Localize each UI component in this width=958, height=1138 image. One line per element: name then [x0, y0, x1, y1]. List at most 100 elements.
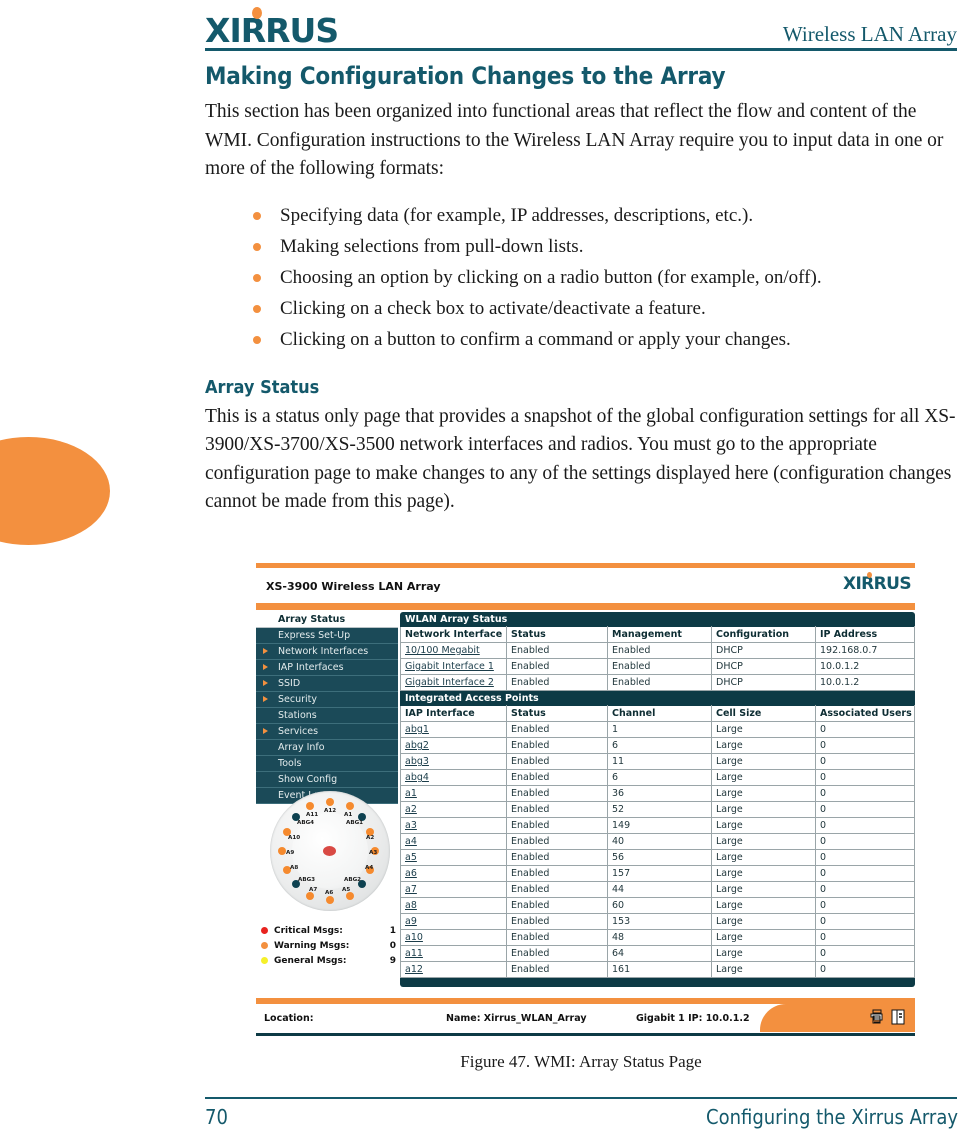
cell-cell-size: Large: [711, 769, 816, 786]
row-link[interactable]: a3: [400, 817, 507, 834]
sidebar-item-tools[interactable]: Tools: [256, 756, 398, 772]
cell-channel: 52: [607, 801, 712, 818]
sidebar-item-security[interactable]: Security: [256, 692, 398, 708]
row-link[interactable]: a1: [400, 785, 507, 802]
cell-associated-users: 0: [815, 833, 915, 850]
footer-icon-group: [870, 1009, 905, 1029]
row-link[interactable]: abg1: [400, 721, 507, 738]
row-link[interactable]: Gigabit Interface 2: [400, 674, 507, 691]
cell-associated-users: 0: [815, 721, 915, 738]
radio-label-abg1: ABG1: [346, 820, 364, 826]
cell-channel: 6: [607, 737, 712, 754]
cell-associated-users: 0: [815, 945, 915, 962]
footer-gigabit-ip: Gigabit 1 IP: 10.0.1.2: [636, 1013, 750, 1024]
chevron-right-icon: [263, 696, 268, 702]
cell-status: Enabled: [506, 721, 608, 738]
cell-configuration: DHCP: [711, 642, 816, 659]
wmi-footer-divider: [256, 1033, 915, 1036]
footer-chapter-title: Configuring the Xirrus Array: [706, 1105, 958, 1129]
sidebar-item-label: Security: [278, 694, 318, 705]
row-link[interactable]: 10/100 Megabit: [400, 642, 507, 659]
sidebar-item-label: Stations: [278, 710, 317, 721]
table-row: 10/100 Megabit Enabled Enabled DHCP 192.…: [400, 642, 915, 659]
row-link[interactable]: abg2: [400, 737, 507, 754]
sidebar-item-ssid[interactable]: SSID: [256, 676, 398, 692]
row-link[interactable]: a10: [400, 929, 507, 946]
row-link[interactable]: a11: [400, 945, 507, 962]
footer-location: Location:: [264, 1013, 314, 1024]
radio-label-a4: A4: [365, 865, 374, 871]
cell-status: Enabled: [506, 913, 608, 930]
page-title: Making Configuration Changes to the Arra…: [205, 62, 726, 90]
cell-associated-users: 0: [815, 913, 915, 930]
row-link[interactable]: Gigabit Interface 1: [400, 658, 507, 675]
panel-title-bar: WLAN Array Status: [400, 612, 915, 626]
wmi-sidebar: Array Status Express Set-Up Network Inte…: [256, 612, 398, 804]
wmi-xirrus-logo: XIRRUS: [843, 572, 912, 593]
cell-associated-users: 0: [815, 865, 915, 882]
cell-associated-users: 0: [815, 849, 915, 866]
critical-msgs-label: Critical Msgs:: [274, 925, 343, 936]
list-item: Making selections from pull-down lists.: [205, 231, 957, 262]
table-row: a1 Enabled 36 Large 0: [400, 785, 915, 802]
cell-status: Enabled: [506, 642, 608, 659]
sidebar-item-services[interactable]: Services: [256, 724, 398, 740]
sidebar-item-express-set-up[interactable]: Express Set-Up: [256, 628, 398, 644]
warning-msgs-row: Warning Msgs: 0: [260, 938, 400, 953]
cell-configuration: DHCP: [711, 658, 816, 675]
col-iap-interface: IAP Interface: [400, 705, 507, 722]
row-link[interactable]: abg4: [400, 769, 507, 786]
row-link[interactable]: a12: [400, 961, 507, 978]
row-link[interactable]: a9: [400, 913, 507, 930]
general-msgs-label: General Msgs:: [274, 955, 347, 966]
sidebar-item-label: Array Info: [278, 742, 325, 753]
radio-label-a11: A11: [306, 812, 319, 818]
radio-label-abg2: ABG2: [344, 877, 362, 883]
row-link[interactable]: abg3: [400, 753, 507, 770]
row-link[interactable]: a8: [400, 897, 507, 914]
list-item: Clicking on a button to confirm a comman…: [205, 324, 957, 355]
col-status: Status: [506, 626, 608, 643]
margin-decoration-circle: [0, 437, 110, 545]
sidebar-item-label: Show Config: [278, 774, 338, 785]
sidebar-item-show-config[interactable]: Show Config: [256, 772, 398, 788]
message-counters: Critical Msgs: 1 Warning Msgs: 0 General…: [260, 923, 400, 968]
row-link[interactable]: a2: [400, 801, 507, 818]
cell-ip-address: 10.0.1.2: [815, 658, 915, 675]
iap-interface-table: IAP Interface Status Channel Cell Size A…: [400, 705, 915, 978]
iap-section-title: Integrated Access Points: [400, 691, 915, 705]
cell-cell-size: Large: [711, 721, 816, 738]
sidebar-item-array-info[interactable]: Array Info: [256, 740, 398, 756]
row-link[interactable]: a4: [400, 833, 507, 850]
cell-cell-size: Large: [711, 849, 816, 866]
panel-bottom-bar: [400, 978, 915, 987]
cell-cell-size: Large: [711, 817, 816, 834]
radio-label-a9: A9: [286, 850, 295, 856]
sidebar-item-network-interfaces[interactable]: Network Interfaces: [256, 644, 398, 660]
cell-cell-size: Large: [711, 833, 816, 850]
table-row: a7 Enabled 44 Large 0: [400, 881, 915, 898]
row-link[interactable]: a5: [400, 849, 507, 866]
cell-cell-size: Large: [711, 753, 816, 770]
cell-associated-users: 0: [815, 929, 915, 946]
row-link[interactable]: a7: [400, 881, 507, 898]
cell-associated-users: 0: [815, 881, 915, 898]
sidebar-item-stations[interactable]: Stations: [256, 708, 398, 724]
printer-icon[interactable]: [870, 1009, 884, 1029]
cell-status: Enabled: [506, 801, 608, 818]
col-channel: Channel: [607, 705, 712, 722]
table-row: a8 Enabled 60 Large 0: [400, 897, 915, 914]
xirrus-logo-text: XIRRUS: [205, 11, 339, 50]
radio-label-a5: A5: [342, 887, 351, 893]
cell-channel: 1: [607, 721, 712, 738]
footer-array-name: Name: Xirrus_WLAN_Array: [446, 1013, 587, 1024]
logo-dot-icon: [252, 7, 262, 19]
row-link[interactable]: a6: [400, 865, 507, 882]
cell-status: Enabled: [506, 658, 608, 675]
sidebar-item-iap-interfaces[interactable]: IAP Interfaces: [256, 660, 398, 676]
help-book-icon[interactable]: [891, 1009, 905, 1029]
cell-ip-address: 192.168.0.7: [815, 642, 915, 659]
col-associated-users: Associated Users: [815, 705, 915, 722]
cell-status: Enabled: [506, 817, 608, 834]
table-row: a10 Enabled 48 Large 0: [400, 929, 915, 946]
